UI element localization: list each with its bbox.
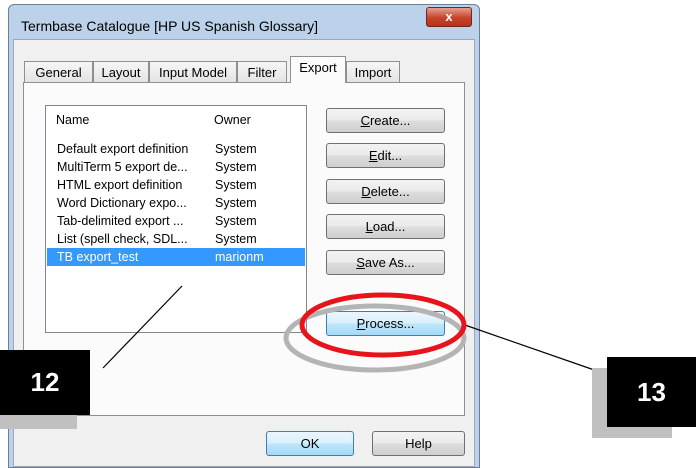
callout-12: 12 xyxy=(0,350,90,415)
callout-13-leader-line xyxy=(461,323,601,373)
callout-13: 13 xyxy=(607,357,696,427)
callout-12-leader-line xyxy=(102,285,183,369)
